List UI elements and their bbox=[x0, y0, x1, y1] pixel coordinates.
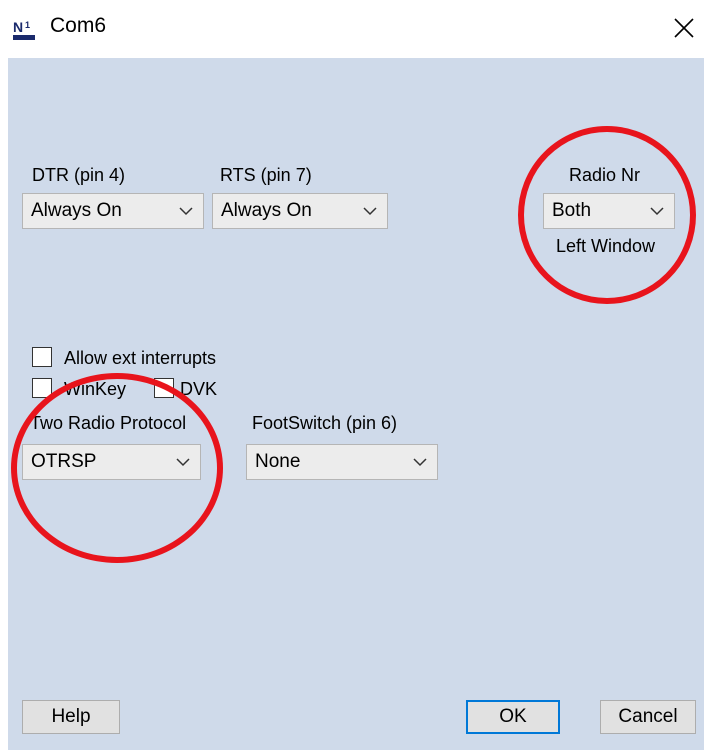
radio-nr-label: Radio Nr bbox=[569, 165, 641, 185]
help-button[interactable]: Help bbox=[22, 700, 120, 734]
two-radio-protocol-select[interactable]: OTRSP bbox=[22, 444, 201, 480]
n1mm-logo-icon: N 1 bbox=[12, 18, 36, 42]
chevron-down-icon bbox=[363, 207, 377, 216]
allow-ext-interrupts-label: Allow ext interrupts bbox=[64, 348, 217, 368]
cancel-button[interactable]: Cancel bbox=[600, 700, 696, 734]
svg-text:1: 1 bbox=[25, 20, 30, 30]
window-title: Com6 bbox=[50, 14, 107, 37]
radio-nr-note: Left Window bbox=[556, 236, 656, 256]
chevron-down-icon bbox=[179, 207, 193, 216]
dtr-value: Always On bbox=[31, 200, 122, 221]
chevron-down-icon bbox=[650, 207, 664, 216]
allow-ext-interrupts-checkbox[interactable] bbox=[32, 347, 52, 367]
footswitch-select[interactable]: None bbox=[246, 444, 438, 480]
two-radio-protocol-value: OTRSP bbox=[31, 451, 97, 472]
dtr-select[interactable]: Always On bbox=[22, 193, 204, 229]
close-icon bbox=[674, 18, 694, 38]
ok-button[interactable]: OK bbox=[466, 700, 560, 734]
chevron-down-icon bbox=[176, 458, 190, 467]
two-radio-protocol-label: Two Radio Protocol bbox=[30, 413, 187, 433]
title-bar: N 1 Com6 bbox=[0, 0, 712, 58]
winkey-checkbox[interactable] bbox=[32, 378, 52, 398]
dvk-checkbox[interactable] bbox=[154, 378, 174, 398]
radio-nr-value: Both bbox=[552, 200, 592, 221]
rts-select[interactable]: Always On bbox=[212, 193, 388, 229]
dtr-label: DTR (pin 4) bbox=[32, 165, 126, 185]
rts-value: Always On bbox=[221, 200, 312, 221]
svg-text:N: N bbox=[13, 19, 23, 35]
rts-label: RTS (pin 7) bbox=[220, 165, 312, 185]
dialog-client-area: DTR (pin 4) Always On RTS (pin 7) Always… bbox=[8, 58, 704, 750]
winkey-label: WinKey bbox=[64, 379, 127, 399]
chevron-down-icon bbox=[413, 458, 427, 467]
footswitch-label: FootSwitch (pin 6) bbox=[252, 413, 398, 433]
close-button[interactable] bbox=[666, 10, 702, 46]
radio-nr-select[interactable]: Both bbox=[543, 193, 675, 229]
dvk-label: DVK bbox=[180, 379, 218, 399]
footswitch-value: None bbox=[255, 451, 301, 472]
